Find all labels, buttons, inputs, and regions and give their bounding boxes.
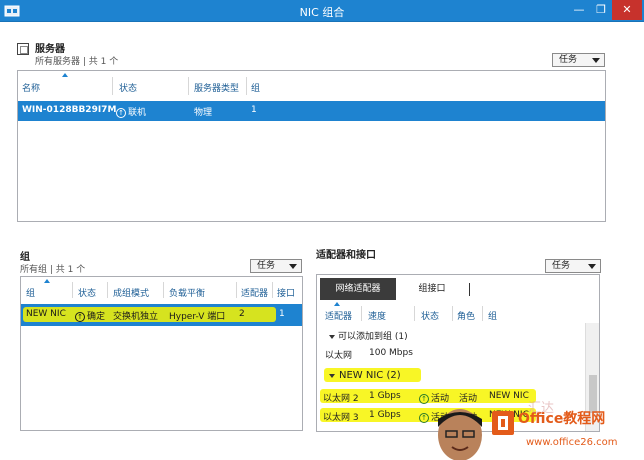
column-divider[interactable] [246, 77, 247, 95]
active-up-arrow-icon: ↑ [419, 393, 429, 404]
groups-tasks-button[interactable]: 任务 [250, 259, 302, 273]
sort-ascending-icon [44, 279, 50, 283]
adapter-name: 以太网 [325, 351, 353, 361]
title-bar: NIC 组合 — ❐ ✕ [0, 0, 644, 22]
column-divider[interactable] [163, 282, 164, 298]
group-expander[interactable]: NEW NIC (2) [329, 370, 401, 381]
collapse-triangle-icon [329, 374, 335, 378]
tab-network-adapters[interactable]: 网络适配器 [320, 278, 396, 300]
column-divider[interactable] [452, 306, 453, 321]
chevron-down-icon [588, 264, 596, 269]
servers-subtitle: 所有服务器 | 共 1 个 [35, 57, 119, 67]
column-divider[interactable] [482, 306, 483, 321]
table-row[interactable]: NEW NIC ↑ 确定 交换机独立 Hyper-V 端口 2 1 [21, 304, 302, 326]
col-header-name[interactable]: 名称 [22, 81, 40, 94]
adapter-speed: 1 Gbps [369, 391, 401, 401]
adapter-status: ↑活动 [419, 391, 449, 404]
column-divider[interactable] [72, 282, 73, 298]
group-load-balancing: Hyper-V 端口 [169, 312, 226, 322]
server-type: 物理 [194, 108, 213, 118]
col-header-interfaces[interactable]: 接口 [277, 286, 295, 299]
column-divider[interactable] [414, 306, 415, 321]
group-interfaces: 1 [279, 309, 285, 319]
watermark-calligraphy: 汇达 [528, 401, 555, 416]
column-divider[interactable] [112, 77, 113, 95]
servers-table: 名称 状态 服务器类型 组 WIN-0128BB29I7M ↑ 联机 物理 1 [17, 70, 606, 222]
col-header-status[interactable]: 状态 [78, 286, 96, 299]
col-header-server-type[interactable]: 服务器类型 [194, 81, 239, 94]
ok-up-arrow-icon: ↑ [75, 311, 85, 322]
servers-section-icon [17, 43, 29, 55]
office-logo-icon [492, 411, 514, 435]
col-header-adapters[interactable]: 适配器 [241, 286, 268, 299]
maximize-button[interactable]: ❐ [590, 0, 612, 20]
adapter-group: NEW NIC [489, 391, 529, 401]
servers-tasks-button[interactable]: 任务 [552, 53, 605, 67]
avatar [438, 409, 482, 460]
servers-title: 服务器 [35, 44, 65, 55]
groups-title: 组 [20, 252, 30, 263]
close-button[interactable]: ✕ [612, 0, 642, 20]
col-header-status[interactable]: 状态 [421, 309, 439, 322]
group-expander[interactable]: 可以添加到组 (1) [329, 329, 408, 342]
col-header-group[interactable]: 组 [251, 81, 260, 94]
server-status-text: 联机 [128, 108, 147, 118]
server-group: 1 [251, 105, 257, 115]
adapters-tasks-button[interactable]: 任务 [545, 259, 601, 273]
adapter-speed: 1 Gbps [369, 410, 401, 420]
group-status-text: 确定 [87, 312, 106, 322]
column-divider[interactable] [236, 282, 237, 298]
server-status: ↑ 联机 [116, 105, 146, 118]
sort-ascending-icon [62, 73, 68, 77]
col-header-status[interactable]: 状态 [119, 81, 137, 94]
adapter-role: 活动 [459, 394, 478, 404]
col-header-role[interactable]: 角色 [457, 309, 475, 322]
watermark-url: www.office26.com [526, 437, 618, 448]
adapter-status-text: 活动 [431, 394, 450, 404]
active-up-arrow-icon: ↑ [419, 412, 429, 423]
text-cursor [469, 283, 470, 296]
group-name: NEW NIC [26, 309, 66, 319]
column-divider[interactable] [188, 77, 189, 95]
col-header-group[interactable]: 组 [488, 309, 497, 322]
sort-ascending-icon [334, 302, 340, 306]
groups-tasks-label: 任务 [257, 261, 276, 271]
column-divider[interactable] [272, 282, 273, 298]
adapter-name: 以太网 3 [323, 413, 359, 423]
online-up-arrow-icon: ↑ [116, 107, 126, 118]
chevron-down-icon [289, 264, 297, 269]
group-team-mode: 交换机独立 [113, 312, 159, 322]
adapters-title: 适配器和接口 [316, 250, 376, 261]
server-name: WIN-0128BB29I7M [22, 105, 117, 115]
col-header-load-balancing[interactable]: 负载平衡 [169, 286, 205, 299]
column-divider[interactable] [107, 282, 108, 298]
tab-team-interfaces[interactable]: 组接口 [401, 278, 463, 300]
watermark: Office教程网 www.office26.com 汇达 [430, 401, 644, 460]
window-title: NIC 组合 [299, 6, 345, 19]
chevron-down-icon [592, 58, 600, 63]
groups-subtitle: 所有组 | 共 1 个 [20, 265, 86, 275]
col-header-team-mode[interactable]: 成组模式 [113, 286, 149, 299]
column-divider[interactable] [361, 306, 362, 321]
servers-tasks-label: 任务 [559, 55, 578, 65]
group-status: ↑ 确定 [75, 309, 105, 322]
adapters-tasks-label: 任务 [552, 261, 571, 271]
groups-table: 组 状态 成组模式 负载平衡 适配器 接口 NEW NIC ↑ 确定 交换机独立 … [20, 276, 303, 431]
collapse-triangle-icon [329, 335, 335, 339]
col-header-adapter[interactable]: 适配器 [325, 309, 352, 322]
table-row[interactable]: WIN-0128BB29I7M ↑ 联机 物理 1 [18, 101, 605, 121]
col-header-speed[interactable]: 速度 [368, 309, 386, 322]
minimize-button[interactable]: — [568, 0, 590, 20]
group-adapters: 2 [239, 309, 245, 319]
section-team-label: NEW NIC (2) [339, 370, 401, 381]
adapter-name: 以太网 2 [323, 394, 359, 404]
col-header-group[interactable]: 组 [26, 286, 35, 299]
adapter-speed: 100 Mbps [369, 348, 413, 358]
section-available-label: 可以添加到组 (1) [338, 332, 408, 342]
